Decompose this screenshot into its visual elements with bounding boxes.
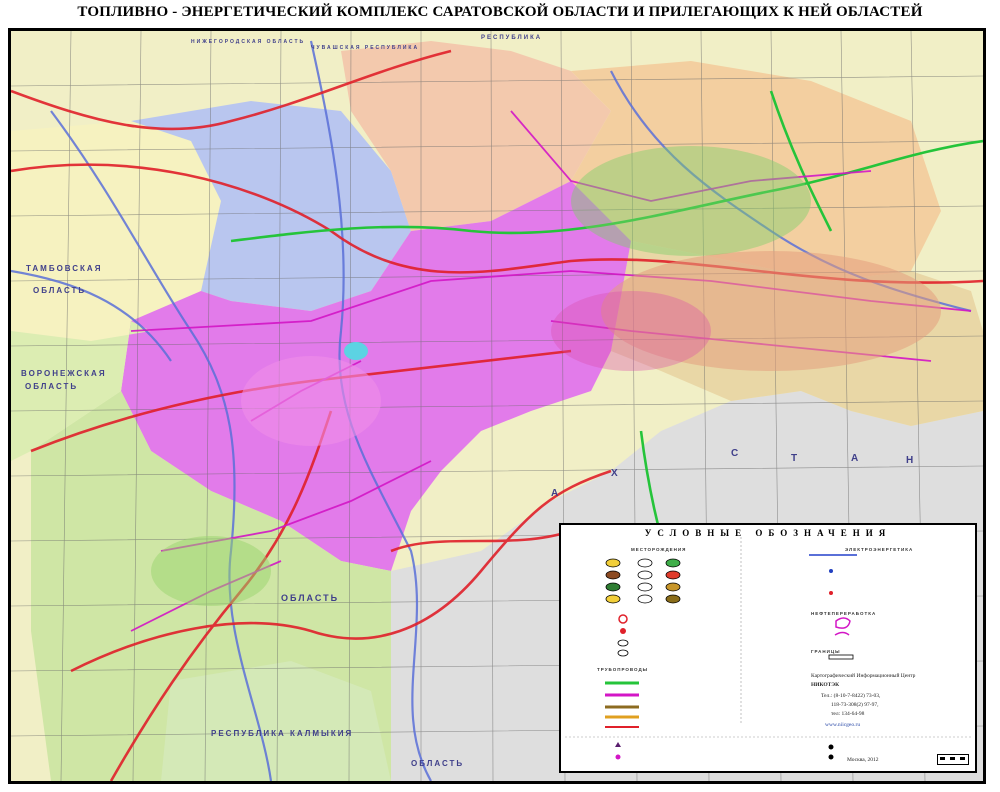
label-bottom-oblast: ОБЛАСТЬ [411, 759, 464, 768]
legend-deposit-symbols [605, 558, 681, 604]
label-top-chuvash: ЧУВАШСКАЯ РЕСПУБЛИКА [311, 45, 419, 51]
label-kazakhstan-n: Н [906, 455, 915, 466]
legend-section-borders: ГРАНИЦЫ [811, 649, 841, 654]
legend-city-year: Москва, 2012 [847, 757, 879, 763]
legend-org-name: Картографический Информационный Центр [811, 673, 916, 679]
legend-bottom-triangle [615, 742, 621, 747]
legend-section-refining: НЕФТЕПЕРЕРАБОТКА [811, 611, 877, 616]
legend-bottom-dot-1 [828, 744, 834, 750]
label-tambov: ТАМБОВСКАЯ [26, 264, 102, 273]
label-kazakhstan-t: Т [791, 453, 799, 464]
map-frame[interactable]: ТАМБОВСКАЯ ОБЛАСТЬ ВОРОНЕЖСКАЯ ОБЛАСТЬ Ч… [8, 28, 986, 784]
legend-symbols [565, 537, 971, 760]
legend-phone-1: Тел.: (8-10-7-8422) 73-03, [821, 693, 881, 699]
scale-bar [937, 754, 969, 765]
reservoir [344, 342, 368, 360]
legend-panel: УСЛОВНЫЕ ОБОЗНАЧЕНИЯ МЕСТОРОЖДЕНИЯ ЭЛЕКТ… [559, 523, 977, 773]
label-volgograd-oblast: ОБЛАСТЬ [281, 593, 339, 603]
label-kazakhstan-a2: А [851, 453, 860, 464]
legend-phone-2: 118-73-308(2) 97-97, [831, 702, 879, 708]
label-kalmykia: РЕСПУБЛИКА КАЛМЫКИЯ [211, 729, 353, 738]
legend-energy-symbols [809, 554, 857, 660]
legend-bottom-dot-2 [828, 754, 834, 760]
label-top-nizhegorod: НИЖЕГОРОДСКАЯ ОБЛАСТЬ [191, 39, 305, 45]
map-title: ТОПЛИВНО - ЭНЕРГЕТИЧЕСКИЙ КОМПЛЕКС САРАТ… [77, 4, 923, 20]
legend-section-deposits: МЕСТОРОЖДЕНИЯ [631, 547, 687, 552]
label-voronezh-oblast: ОБЛАСТЬ [25, 382, 78, 391]
legend-bottom-circle [615, 754, 621, 760]
label-top-resp: РЕСПУБЛИКА [481, 35, 542, 41]
label-voronezh: ВОРОНЕЖСКАЯ [21, 369, 107, 378]
legend-refining-symbols [617, 614, 629, 657]
legend-website[interactable]: www.niicgeo.ru [825, 722, 860, 728]
legend-pipeline-lines [605, 681, 639, 728]
label-tambov-oblast: ОБЛАСТЬ [33, 286, 86, 295]
label-kazakhstan-kh: Х [611, 468, 620, 479]
legend-section-energy: ЭЛЕКТРОЭНЕРГЕТИКА [845, 547, 914, 552]
label-kazakhstan-s: С [731, 448, 740, 459]
legend-org-short: НИКОТЭК [811, 682, 840, 688]
legend-section-pipelines: ТРУБОПРОВОДЫ [597, 667, 649, 672]
legend-phone-3: тел: 134-64-98 [831, 711, 865, 717]
label-kazakhstan-a1: А [551, 488, 560, 499]
